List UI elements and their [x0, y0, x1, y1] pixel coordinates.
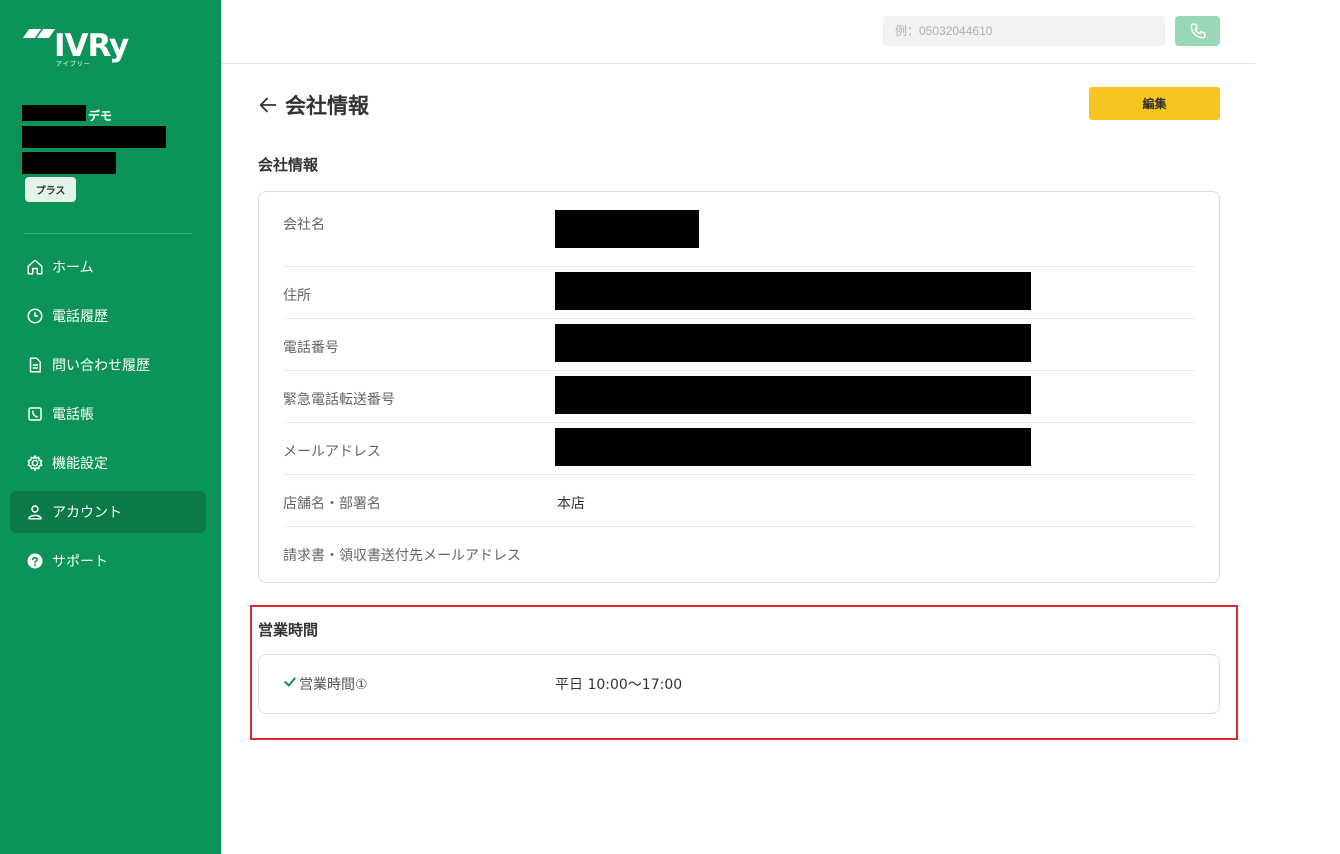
company-info-section-title: 会社情報: [258, 156, 319, 174]
phone-number-input[interactable]: [883, 16, 1165, 46]
user-icon: [26, 503, 44, 521]
info-row-billing-email: 請求書・領収書送付先メールアドレス: [283, 527, 1195, 582]
info-value: 本店: [557, 496, 585, 512]
info-row-store-name: 店舗名・部署名 本店: [283, 475, 1195, 527]
sidebar-item-account[interactable]: アカウント: [10, 491, 206, 533]
account-demo-label: デモ: [88, 109, 113, 123]
info-label: 会社名: [283, 217, 325, 233]
sidebar-item-label: 電話履歴: [52, 309, 108, 325]
info-label: 請求書・領収書送付先メールアドレス: [283, 548, 521, 564]
redacted-company-name: [555, 210, 699, 248]
sidebar-item-label: アカウント: [52, 505, 122, 521]
check-icon: [283, 675, 297, 693]
sidebar-item-label: 機能設定: [52, 456, 108, 472]
company-info-card: 会社名 住所 電話番号 緊急電話転送番号 メールアドレス 店舗名・部署名 本店 …: [258, 191, 1220, 583]
sidebar-item-inquiry-history[interactable]: 問い合わせ履歴: [10, 344, 206, 386]
phone-icon: [1189, 22, 1207, 40]
logo-subtext: アイブリー: [56, 61, 91, 68]
sidebar-item-call-history[interactable]: 電話履歴: [10, 295, 206, 337]
sidebar-item-label: サポート: [52, 554, 108, 570]
info-label: メールアドレス: [283, 444, 381, 460]
info-row-email: メールアドレス: [283, 423, 1195, 475]
sidebar-item-settings[interactable]: 機能設定: [10, 442, 206, 484]
page-header: 会社情報: [257, 90, 369, 120]
info-row-emergency-number: 緊急電話転送番号: [283, 371, 1195, 423]
business-hours-section-title: 営業時間: [258, 621, 319, 639]
sidebar-nav: ホーム 電話履歴 問い合わせ履歴 電話帳 機能設定 アカウント サポート: [10, 246, 206, 589]
phonebook-icon: [26, 405, 44, 423]
sidebar-item-home[interactable]: ホーム: [10, 246, 206, 288]
sidebar-divider: [24, 233, 192, 234]
ivry-logo[interactable]: IVRy アイブリー: [22, 26, 154, 70]
sidebar-item-support[interactable]: サポート: [10, 540, 206, 582]
info-label: 住所: [283, 288, 311, 304]
call-button[interactable]: [1175, 16, 1220, 46]
sidebar-item-label: 電話帳: [52, 407, 94, 423]
sidebar: IVRy アイブリー デモ プラス ホーム 電話履歴 問い合わせ履歴 電話帳 機…: [0, 0, 221, 854]
back-arrow-icon[interactable]: [257, 94, 279, 116]
redacted-account-email: [22, 126, 166, 148]
info-row-address: 住所: [283, 267, 1195, 319]
help-icon: [26, 552, 44, 570]
plan-badge: プラス: [25, 177, 76, 202]
document-icon: [26, 356, 44, 374]
business-hours-card: 営業時間① 平日 10:00〜17:00: [258, 654, 1220, 714]
sidebar-item-phonebook[interactable]: 電話帳: [10, 393, 206, 435]
main-content: 会社情報 編集 会社情報 会社名 住所 電話番号 緊急電話転送番号 メールアドレ…: [221, 64, 1255, 854]
home-icon: [26, 258, 44, 276]
redacted-account-id: [22, 152, 116, 174]
gear-icon: [26, 454, 44, 472]
business-hours-label: 営業時間①: [299, 677, 368, 693]
clock-icon: [26, 307, 44, 325]
top-bar: [221, 0, 1255, 64]
info-label: 電話番号: [283, 340, 339, 356]
info-label: 緊急電話転送番号: [283, 392, 395, 408]
redacted-phone: [555, 324, 1031, 362]
redacted-emergency-number: [555, 376, 1031, 414]
redacted-email: [555, 428, 1031, 466]
edit-button[interactable]: 編集: [1089, 87, 1220, 120]
info-label: 店舗名・部署名: [283, 496, 381, 512]
sidebar-item-label: 問い合わせ履歴: [52, 358, 150, 374]
business-hours-value: 平日 10:00〜17:00: [555, 677, 683, 693]
info-row-phone: 電話番号: [283, 319, 1195, 371]
page-title: 会社情報: [285, 94, 369, 118]
business-hours-row: 営業時間① 平日 10:00〜17:00: [283, 655, 1195, 713]
info-row-company-name: 会社名: [283, 192, 1195, 267]
redacted-account-name: [22, 105, 86, 121]
redacted-address: [555, 272, 1031, 310]
sidebar-item-label: ホーム: [52, 260, 94, 276]
